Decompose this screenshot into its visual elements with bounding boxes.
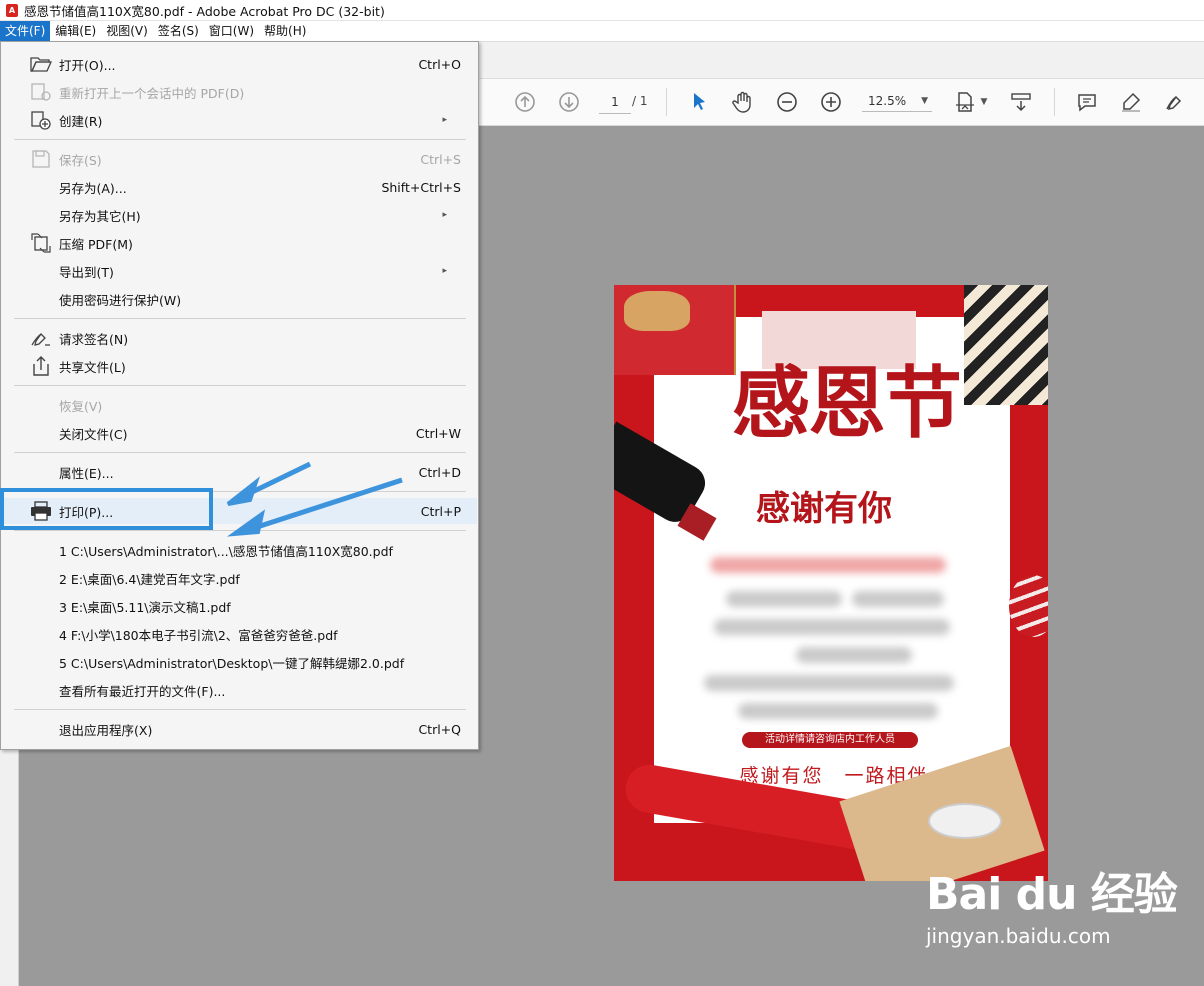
- zoom-value: 12.5%: [868, 94, 907, 108]
- menu-item-save-as[interactable]: 另存为(A)... Shift+Ctrl+S: [2, 174, 477, 200]
- menu-item-exit[interactable]: 退出应用程序(X) Ctrl+Q: [2, 716, 477, 742]
- blurred-text: [796, 647, 912, 663]
- menu-file[interactable]: 文件(F): [0, 21, 51, 41]
- ornament-ball-image: [1009, 575, 1048, 637]
- menu-edit[interactable]: 编辑(E): [50, 21, 101, 41]
- menu-bar: 文件(F) 编辑(E) 视图(V) 签名(S) 窗口(W) 帮助(H): [0, 21, 1204, 42]
- tab-strip: [478, 42, 1204, 79]
- poster-headline: 感恩节: [731, 358, 962, 449]
- page-total: / 1: [632, 94, 648, 108]
- submenu-arrow-icon: ▸: [442, 210, 447, 220]
- watermark-logo: Bai du 经验: [926, 869, 1178, 920]
- menu-item-close-file[interactable]: 关闭文件(C) Ctrl+W: [2, 420, 477, 446]
- hand-tool-icon[interactable]: [730, 89, 756, 115]
- menu-item-protect-password[interactable]: 使用密码进行保护(W): [2, 286, 477, 312]
- menu-item-request-signature[interactable]: 请求签名(N): [2, 325, 477, 351]
- toolbar-divider: [1054, 88, 1055, 116]
- menu-separator: [14, 139, 466, 140]
- menu-separator: [14, 709, 466, 710]
- reopen-icon: [29, 81, 53, 103]
- menu-separator: [14, 385, 466, 386]
- menu-window[interactable]: 窗口(W): [204, 21, 259, 41]
- blurred-text: [704, 675, 954, 691]
- highlight-pen-icon[interactable]: [1118, 89, 1144, 115]
- previous-page-icon[interactable]: [512, 89, 538, 115]
- baidu-jingyan-watermark: Bai du 经验 jingyan.baidu.com: [926, 858, 1186, 968]
- recent-file-item[interactable]: 3 E:\桌面\5.11\演示文稿1.pdf: [2, 593, 477, 619]
- submenu-arrow-icon: ▸: [442, 266, 447, 276]
- info-pill: 活动详情请咨询店内工作人员: [742, 732, 918, 748]
- chevron-down-icon: ▼: [921, 96, 928, 106]
- open-folder-icon: [29, 53, 53, 75]
- menu-item-view-all-recent[interactable]: 查看所有最近打开的文件(F)...: [2, 677, 477, 703]
- blurred-text: [710, 557, 946, 573]
- select-cursor-icon[interactable]: [686, 89, 712, 115]
- recent-file-item[interactable]: 4 F:\小学\180本电子书引流\2、富爸爸穷爸爸.pdf: [2, 621, 477, 647]
- menu-view[interactable]: 视图(V): [101, 21, 153, 41]
- menu-separator: [14, 530, 466, 531]
- menu-item-share-file[interactable]: 共享文件(L): [2, 353, 477, 379]
- menu-item-open[interactable]: 打开(O)... Ctrl+O: [2, 51, 477, 77]
- toolbar: / 1 12.5% ▼ ▼: [478, 79, 1204, 126]
- file-menu: 打开(O)... Ctrl+O 重新打开上一个会话中的 PDF(D) 创建(R)…: [0, 41, 479, 750]
- pdf-icon: A: [6, 3, 18, 17]
- menu-item-export-to[interactable]: 导出到(T) ▸: [2, 258, 477, 284]
- comment-icon[interactable]: [1074, 89, 1100, 115]
- recent-file-item[interactable]: 5 C:\Users\Administrator\Desktop\一键了解韩缇娜…: [2, 649, 477, 675]
- menu-item-revert[interactable]: 恢复(V): [2, 392, 477, 418]
- save-icon: [29, 148, 53, 170]
- window-title: 感恩节储值高110X宽80.pdf - Adobe Acrobat Pro DC…: [24, 3, 385, 19]
- watermark-url: jingyan.baidu.com: [926, 924, 1111, 948]
- zoom-in-icon[interactable]: [818, 89, 844, 115]
- create-pdf-icon: [29, 109, 53, 131]
- fit-page-icon[interactable]: [952, 89, 978, 115]
- submenu-arrow-icon: ▸: [442, 115, 447, 125]
- annotation-highlight-box: [0, 488, 213, 530]
- blurred-text: [738, 703, 938, 719]
- menu-item-create[interactable]: 创建(R) ▸: [2, 107, 477, 133]
- share-icon: [29, 355, 53, 377]
- zoom-out-icon[interactable]: [774, 89, 800, 115]
- menu-item-save[interactable]: 保存(S) Ctrl+S: [2, 146, 477, 172]
- zoom-select[interactable]: 12.5% ▼: [862, 91, 932, 112]
- left-navigation-pane: [0, 749, 19, 986]
- compress-icon: [29, 232, 53, 254]
- page-number-input[interactable]: [599, 91, 631, 114]
- sign-request-icon: [29, 327, 53, 349]
- menu-item-properties[interactable]: 属性(E)... Ctrl+D: [2, 459, 477, 485]
- recent-file-item[interactable]: 1 C:\Users\Administrator\...\感恩节储值高110X宽…: [2, 537, 477, 563]
- menu-separator: [14, 452, 466, 453]
- menu-sign[interactable]: 签名(S): [153, 21, 204, 41]
- menu-item-reopen-session[interactable]: 重新打开上一个会话中的 PDF(D): [2, 79, 477, 105]
- window-titlebar: A 感恩节储值高110X宽80.pdf - Adobe Acrobat Pro …: [0, 0, 1204, 21]
- recent-file-item[interactable]: 2 E:\桌面\6.4\建党百年文字.pdf: [2, 565, 477, 591]
- blurred-text: [852, 591, 944, 607]
- silver-bow-image: [930, 805, 1000, 837]
- next-page-icon[interactable]: [556, 89, 582, 115]
- menu-item-save-as-other[interactable]: 另存为其它(H) ▸: [2, 202, 477, 228]
- blurred-text: [726, 591, 842, 607]
- pdf-page: 感恩节 感谢有你 活动详情请咨询店内工作人员 感谢有您 一路相伴: [614, 285, 1048, 881]
- sign-pen-icon[interactable]: [1162, 89, 1188, 115]
- toolbar-divider: [666, 88, 667, 116]
- menu-help[interactable]: 帮助(H): [259, 21, 311, 41]
- chevron-down-icon[interactable]: ▼: [978, 89, 990, 115]
- blurred-text: [714, 619, 950, 635]
- menu-separator: [14, 318, 466, 319]
- poster-subhead: 感谢有你: [756, 489, 892, 529]
- scroll-mode-icon[interactable]: [1008, 89, 1034, 115]
- gold-bow-image: [624, 291, 690, 331]
- menu-item-compress-pdf[interactable]: 压缩 PDF(M): [2, 230, 477, 256]
